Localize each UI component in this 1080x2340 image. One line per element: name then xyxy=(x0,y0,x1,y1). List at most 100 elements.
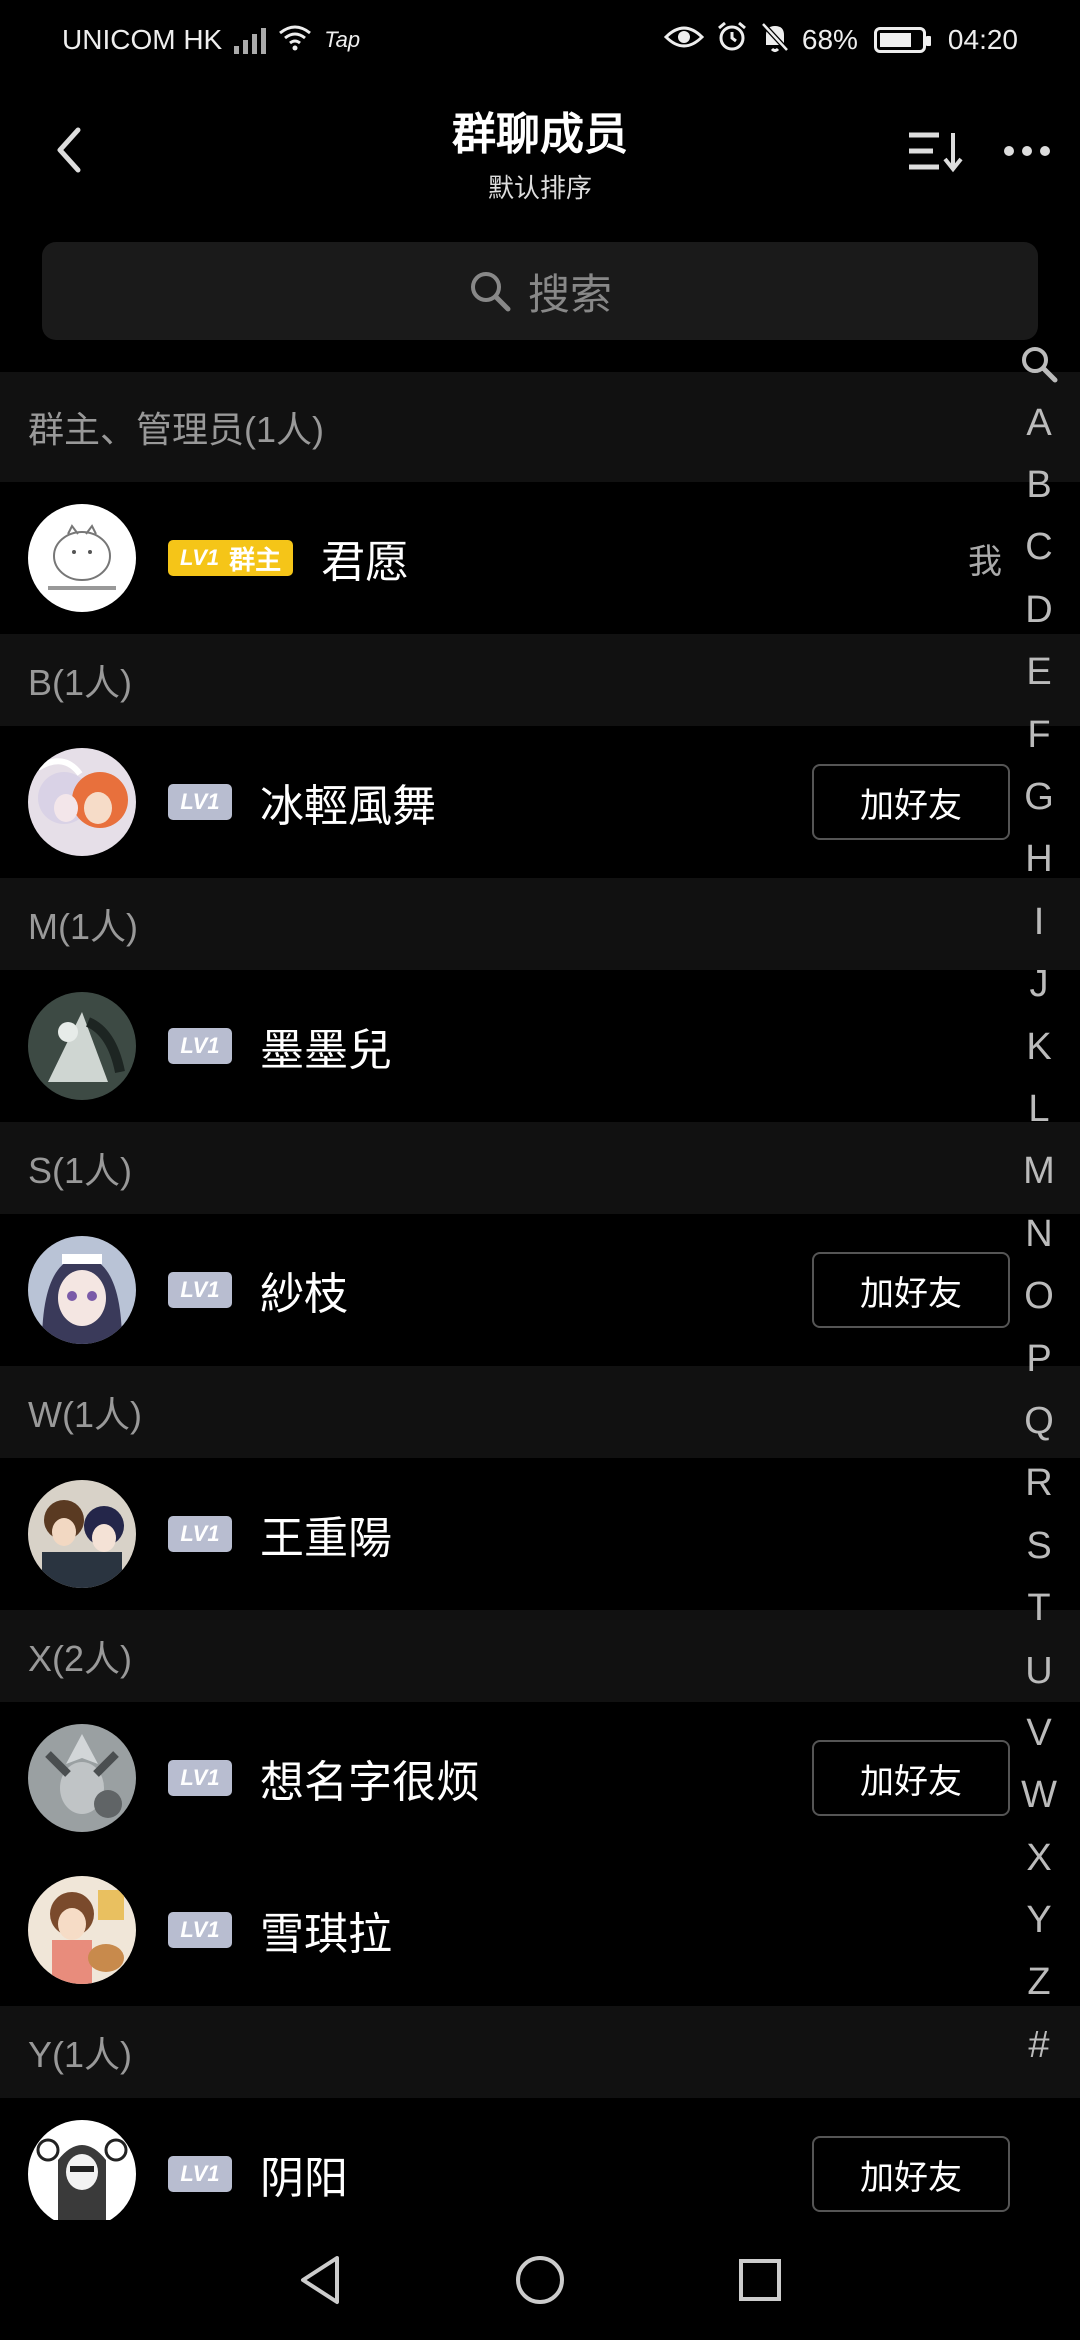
section-header-s: S(1人) xyxy=(0,1122,1080,1214)
index-letter[interactable]: D xyxy=(1025,579,1052,641)
index-letter[interactable]: K xyxy=(1026,1016,1051,1078)
index-search-icon[interactable] xyxy=(1019,336,1059,392)
dot xyxy=(1040,146,1050,156)
top-bar: 群聊成员 默认排序 xyxy=(0,80,1080,230)
index-letter[interactable]: C xyxy=(1025,517,1052,579)
search-placeholder: 搜索 xyxy=(527,270,612,318)
member-name: 雪琪拉 xyxy=(260,1910,392,1959)
index-letter[interactable]: Z xyxy=(1027,1952,1050,2014)
index-letter[interactable]: J xyxy=(1030,954,1049,1016)
index-letter[interactable]: M xyxy=(1023,1141,1055,1203)
index-letter[interactable]: # xyxy=(1028,2014,1049,2076)
member-name: 冰輕風舞 xyxy=(260,782,436,831)
index-letter[interactable]: G xyxy=(1024,766,1054,828)
index-letter[interactable]: I xyxy=(1034,891,1045,953)
level-label: LV1 xyxy=(180,545,220,570)
wifi-icon xyxy=(278,23,312,58)
avatar[interactable] xyxy=(28,1876,136,1984)
index-letter[interactable]: B xyxy=(1026,454,1051,516)
add-friend-button[interactable]: 加好友 xyxy=(812,1252,1010,1328)
more-button[interactable] xyxy=(992,116,1062,186)
section-header-w: W(1人) xyxy=(0,1366,1080,1458)
level-badge: LV1 xyxy=(168,784,232,820)
me-tag: 我 xyxy=(968,542,1002,581)
avatar[interactable] xyxy=(28,504,136,612)
index-letter[interactable]: Y xyxy=(1026,1889,1051,1951)
search-bar[interactable]: 搜索 xyxy=(42,242,1038,340)
level-badge: LV1 xyxy=(168,1272,232,1308)
index-letter[interactable]: N xyxy=(1025,1203,1052,1265)
system-nav-bar xyxy=(0,2220,1080,2340)
index-letter[interactable]: V xyxy=(1026,1702,1051,1764)
index-letter[interactable]: H xyxy=(1025,829,1052,891)
triangle-back-icon xyxy=(301,2256,339,2304)
tap-label: Tap xyxy=(324,27,361,52)
signal-icon xyxy=(234,26,267,54)
dot xyxy=(1022,146,1032,156)
member-row[interactable]: LV1 墨墨兒 xyxy=(0,970,1080,1122)
avatar[interactable] xyxy=(28,1724,136,1832)
index-letter[interactable]: E xyxy=(1026,642,1051,704)
level-badge: LV1 xyxy=(168,1912,232,1948)
eye-icon xyxy=(663,23,704,58)
section-header-b: B(1人) xyxy=(0,634,1080,726)
add-friend-button[interactable]: 加好友 xyxy=(812,764,1010,840)
member-name: 紗枝 xyxy=(260,1270,348,1319)
avatar[interactable] xyxy=(28,992,136,1100)
avatar[interactable] xyxy=(28,1236,136,1344)
nav-recents-button[interactable] xyxy=(720,2240,800,2320)
carrier-label: UNICOM HK xyxy=(62,24,223,55)
member-list: 群主、管理员(1人) LV1 群主 君愿 我 B(1人) LV1 冰輕風舞 加好… xyxy=(0,372,1080,2250)
avatar[interactable] xyxy=(28,748,136,856)
dot xyxy=(1004,146,1014,156)
section-header-m: M(1人) xyxy=(0,878,1080,970)
member-row[interactable]: LV1 紗枝 加好友 xyxy=(0,1214,1080,1366)
member-row[interactable]: LV1 冰輕風舞 加好友 xyxy=(0,726,1080,878)
section-header-admins: 群主、管理员(1人) xyxy=(0,372,1080,482)
member-row[interactable]: LV1 群主 君愿 我 xyxy=(0,482,1080,634)
owner-badge: LV1 群主 xyxy=(168,540,294,576)
avatar[interactable] xyxy=(28,2120,136,2228)
square-recents-icon xyxy=(739,2259,781,2301)
index-letter[interactable]: Q xyxy=(1024,1390,1054,1452)
index-letter[interactable]: X xyxy=(1026,1827,1051,1889)
index-letter[interactable]: P xyxy=(1026,1328,1051,1390)
alphabet-index[interactable]: A B C D E F G H I J K L M N O P Q R S T … xyxy=(1012,336,1066,2077)
member-row[interactable]: LV1 想名字很烦 加好友 xyxy=(0,1702,1080,1854)
member-row[interactable]: LV1 王重陽 xyxy=(0,1458,1080,1610)
circle-home-icon xyxy=(516,2256,564,2304)
level-badge: LV1 xyxy=(168,1760,232,1796)
role-label: 群主 xyxy=(229,544,282,575)
level-badge: LV1 xyxy=(168,1516,232,1552)
sort-button[interactable] xyxy=(902,116,972,186)
member-row[interactable]: LV1 雪琪拉 xyxy=(0,1854,1080,2006)
avatar[interactable] xyxy=(28,1480,136,1588)
index-letter[interactable]: U xyxy=(1025,1640,1052,1702)
level-badge: LV1 xyxy=(168,2156,232,2192)
index-letter[interactable]: W xyxy=(1021,1765,1057,1827)
index-letter[interactable]: R xyxy=(1025,1453,1052,1515)
member-name: 王重陽 xyxy=(260,1514,392,1563)
mute-bell-icon xyxy=(760,21,790,60)
member-name: 阴阳 xyxy=(260,2154,348,2203)
index-letter[interactable]: L xyxy=(1028,1078,1049,1140)
nav-back-button[interactable] xyxy=(280,2240,360,2320)
alarm-icon xyxy=(716,21,748,60)
index-letter[interactable]: A xyxy=(1026,392,1051,454)
add-friend-button[interactable]: 加好友 xyxy=(812,1740,1010,1816)
level-badge: LV1 xyxy=(168,1028,232,1064)
battery-icon xyxy=(873,27,931,53)
index-letter[interactable]: T xyxy=(1027,1577,1050,1639)
add-friend-button[interactable]: 加好友 xyxy=(812,2136,1010,2212)
member-name: 君愿 xyxy=(321,538,410,587)
index-letter[interactable]: S xyxy=(1026,1515,1051,1577)
index-letter[interactable]: F xyxy=(1027,704,1050,766)
nav-home-button[interactable] xyxy=(500,2240,580,2320)
sort-icon xyxy=(909,132,963,173)
battery-percent: 68% xyxy=(801,24,858,55)
index-letter[interactable]: O xyxy=(1024,1265,1054,1327)
member-name: 想名字很烦 xyxy=(260,1758,480,1807)
section-header-y: Y(1人) xyxy=(0,2006,1080,2098)
status-bar: UNICOM HK Tap 68% 04:20 xyxy=(0,0,1080,80)
clock: 04:20 xyxy=(947,24,1018,55)
